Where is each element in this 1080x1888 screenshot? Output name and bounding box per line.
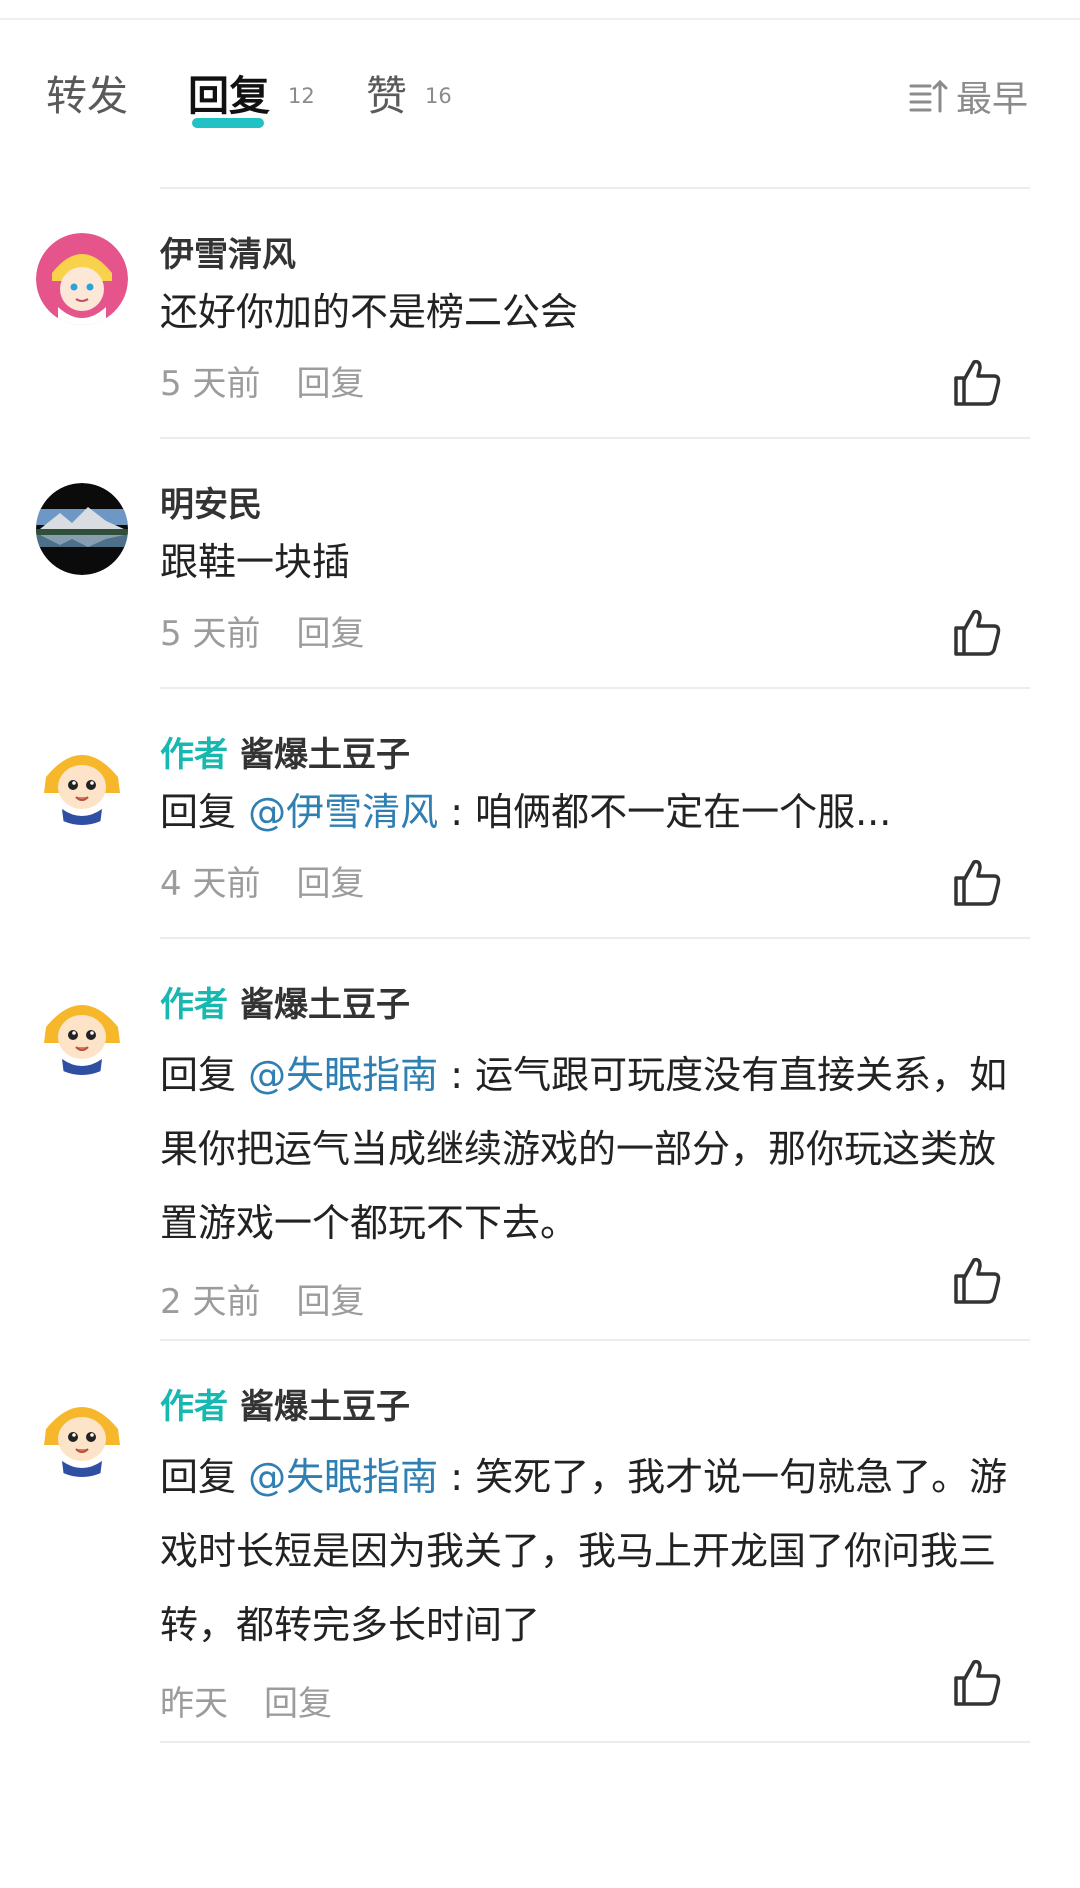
- comment-content: 还好你加的不是榜二公会: [160, 290, 579, 334]
- reply-button[interactable]: 回复: [296, 356, 364, 405]
- tab-reply-label: 回复: [188, 68, 270, 128]
- reply-prefix: 回复: [160, 790, 249, 834]
- comment-text: 回复 @失眠指南 : 运气跟可玩度没有直接关系，如果你把运气当成继续游戏的一部分…: [160, 1038, 1020, 1260]
- reply-prefix: 回复: [160, 1053, 249, 1097]
- comment-body: 作者 酱爆土豆子 回复 @失眠指南 : 笑死了，我才说一句就急了。游戏时长短是因…: [160, 1380, 1020, 1730]
- mention-link[interactable]: @失眠指南: [248, 1455, 438, 1499]
- comment-meta: 昨天 回复: [160, 1670, 1020, 1730]
- avatar[interactable]: [36, 233, 128, 325]
- username[interactable]: 酱爆土豆子: [240, 727, 410, 776]
- mention-link[interactable]: @失眠指南: [248, 1053, 438, 1097]
- thumbs-up-icon[interactable]: [948, 1654, 1004, 1710]
- comment-body: 作者 酱爆土豆子 回复 @失眠指南 : 运气跟可玩度没有直接关系，如果你把运气当…: [160, 978, 1020, 1328]
- cartoon-girl-avatar-icon: [36, 1385, 128, 1477]
- comment-body: 明安民 跟鞋一块插 5 天前 回复: [160, 478, 1020, 660]
- mention-link[interactable]: @伊雪清风: [248, 790, 438, 834]
- comment-meta: 4 天前 回复: [160, 850, 1020, 910]
- reply-button[interactable]: 回复: [296, 606, 364, 655]
- username[interactable]: 伊雪清风: [160, 227, 296, 276]
- thumbs-up-icon[interactable]: [948, 354, 1004, 410]
- tab-reply[interactable]: 回复 12: [188, 68, 315, 128]
- name-row: 作者 酱爆土豆子: [160, 977, 1020, 1026]
- comment-content: 跟鞋一块插: [160, 540, 351, 584]
- thumbs-up-icon[interactable]: [948, 604, 1004, 660]
- username[interactable]: 酱爆土豆子: [240, 977, 410, 1026]
- reply-button[interactable]: 回复: [296, 856, 364, 905]
- sort-label: 最早: [955, 79, 1028, 120]
- divider: [160, 687, 1030, 689]
- comment-text: 跟鞋一块插: [160, 534, 1020, 590]
- timestamp: 5 天前: [160, 613, 261, 654]
- author-tag: 作者: [160, 734, 228, 775]
- sort-icon: [909, 79, 948, 113]
- timestamp: 2 天前: [160, 1281, 261, 1322]
- cartoon-girl-avatar-icon: [36, 983, 128, 1075]
- timestamp: 4 天前: [160, 863, 261, 904]
- tab-reply-count: 12: [288, 84, 315, 108]
- username[interactable]: 酱爆土豆子: [240, 1379, 410, 1428]
- thumbs-up-icon[interactable]: [948, 854, 1004, 910]
- tab-forward-label: 转发: [46, 72, 128, 120]
- reply-button[interactable]: 回复: [296, 1274, 364, 1323]
- divider: [160, 937, 1030, 939]
- comment-body: 伊雪清风 还好你加的不是榜二公会 5 天前 回复: [160, 228, 1020, 410]
- timestamp: 5 天前: [160, 363, 261, 404]
- comment-meta: 2 天前 回复: [160, 1268, 1020, 1328]
- landscape-avatar-icon: [36, 483, 128, 575]
- name-row: 作者 酱爆土豆子: [160, 727, 1020, 776]
- tab-forward[interactable]: 转发: [46, 68, 128, 128]
- tab-like-label: 赞: [366, 72, 407, 120]
- username[interactable]: 明安民: [160, 477, 262, 526]
- comment-meta: 5 天前 回复: [160, 600, 1020, 660]
- avatar[interactable]: [36, 1385, 128, 1477]
- cartoon-girl-avatar-icon: [36, 733, 128, 825]
- timestamp: 昨天: [160, 1683, 228, 1724]
- comment-meta: 5 天前 回复: [160, 350, 1020, 410]
- divider: [160, 1741, 1030, 1743]
- tab-bar: 转发 回复 12 赞 16 最早: [0, 40, 1080, 140]
- tab-like-count: 16: [425, 84, 452, 108]
- avatar[interactable]: [36, 483, 128, 575]
- reply-prefix: 回复: [160, 1455, 249, 1499]
- reply-button[interactable]: 回复: [264, 1676, 332, 1725]
- comment-body: 作者 酱爆土豆子 回复 @伊雪清风 : 咱俩都不一定在一个服... 4 天前 回…: [160, 728, 1020, 910]
- avatar[interactable]: [36, 733, 128, 825]
- author-tag: 作者: [160, 984, 228, 1025]
- comment-content: : 咱俩都不一定在一个服...: [438, 790, 892, 834]
- divider: [160, 187, 1030, 189]
- comment-text: 回复 @失眠指南 : 笑死了，我才说一句就急了。游戏时长短是因为我关了，我马上开…: [160, 1440, 1020, 1662]
- tab-like[interactable]: 赞 16: [366, 68, 452, 128]
- top-divider: [0, 18, 1080, 20]
- divider: [160, 437, 1030, 439]
- avatar[interactable]: [36, 983, 128, 1075]
- divider: [160, 1339, 1030, 1341]
- comment-text: 回复 @伊雪清风 : 咱俩都不一定在一个服...: [160, 784, 1020, 840]
- thumbs-up-icon[interactable]: [948, 1252, 1004, 1308]
- anime-girl-avatar-icon: [36, 233, 128, 325]
- name-row: 明安民: [160, 477, 1020, 526]
- author-tag: 作者: [160, 1386, 228, 1427]
- comment-text: 还好你加的不是榜二公会: [160, 284, 1020, 340]
- sort-button[interactable]: 最早: [908, 68, 1028, 124]
- name-row: 作者 酱爆土豆子: [160, 1379, 1020, 1428]
- name-row: 伊雪清风: [160, 227, 1020, 276]
